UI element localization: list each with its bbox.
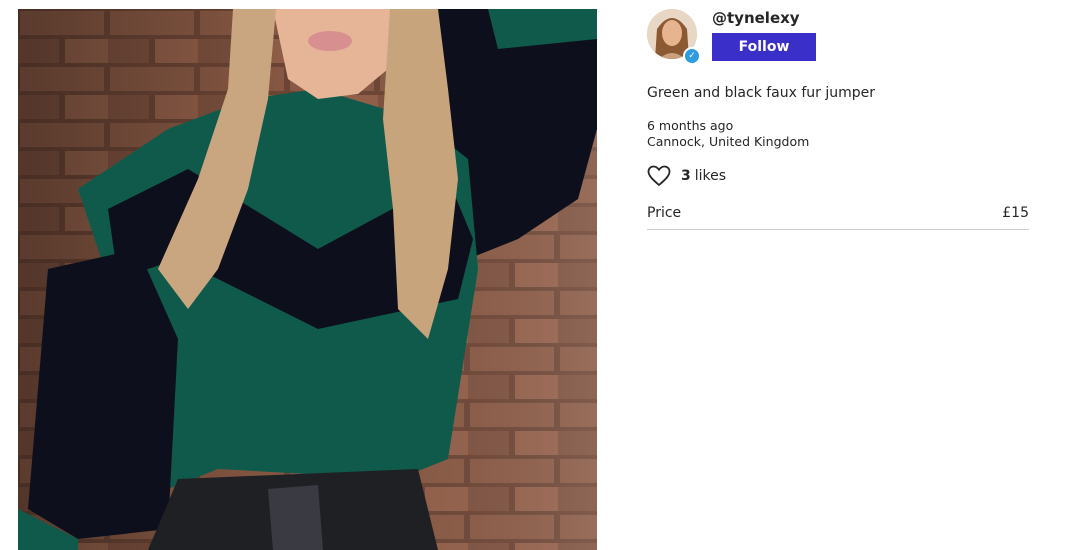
listing-meta: 6 months ago Cannock, United Kingdom [647, 118, 809, 150]
product-photo[interactable] [18, 9, 597, 550]
price-label: Price [647, 205, 682, 221]
likes-count: 3 [681, 168, 691, 184]
item-location: Cannock, United Kingdom [647, 134, 810, 149]
heart-icon[interactable] [647, 165, 671, 187]
item-description: Green and black faux fur jumper [647, 85, 876, 101]
price-value: £15 [1002, 205, 1029, 221]
posted-time: 6 months ago [647, 118, 734, 133]
product-image [18, 9, 597, 550]
check-badge-icon: ✓ [683, 47, 701, 65]
follow-button[interactable]: Follow [712, 33, 816, 61]
seller-username[interactable]: @tynelexy [712, 9, 800, 27]
price-row: Price £15 [647, 205, 1029, 230]
likes-label: likes [694, 168, 727, 184]
likes-row: 3 likes [647, 165, 726, 187]
